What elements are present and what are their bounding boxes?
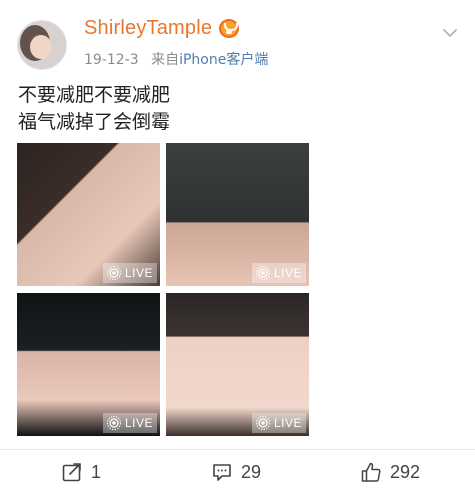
comment-count: 29 [241, 461, 262, 482]
photo-3[interactable]: LIVE [17, 293, 160, 436]
live-badge[interactable]: LIVE [103, 413, 157, 433]
avatar[interactable] [17, 20, 67, 70]
comment-icon [213, 464, 231, 481]
live-photo-icon [107, 416, 121, 430]
photo-2[interactable]: LIVE [166, 143, 309, 286]
action-divider [0, 449, 475, 450]
avatar-face [30, 35, 52, 59]
share-button[interactable]: 1 [61, 460, 101, 484]
live-badge[interactable]: LIVE [252, 263, 306, 283]
photo-grid: LIVE LIVE LIVE LIVE [17, 143, 309, 436]
photo-1[interactable]: LIVE [17, 143, 160, 286]
post-text: 不要减肥不要减肥 福气减掉了会倒霉 [18, 82, 170, 136]
live-label: LIVE [125, 416, 154, 430]
live-label: LIVE [274, 416, 303, 430]
share-count: 1 [91, 461, 102, 482]
live-photo-icon [256, 416, 270, 430]
like-button[interactable]: 292 [360, 460, 420, 484]
live-photo-icon [256, 266, 270, 280]
vip-crown-icon[interactable] [219, 19, 239, 38]
live-label: LIVE [125, 266, 154, 280]
live-photo-icon [107, 266, 121, 280]
post-meta: 19-12-3 来自iPhone客户端 [84, 49, 268, 69]
source-prefix: 来自 [151, 52, 180, 68]
weibo-post-card: ShirleyTample 19-12-3 来自iPhone客户端 不要减肥不要… [0, 0, 475, 500]
live-badge[interactable]: LIVE [252, 413, 306, 433]
post-date: 19-12-3 [84, 52, 139, 68]
post-text-line-2: 福气减掉了会倒霉 [18, 111, 171, 133]
username[interactable]: ShirleyTample [84, 17, 212, 40]
thumbs-up-icon [361, 462, 381, 482]
share-icon [62, 463, 81, 482]
like-count: 292 [390, 461, 421, 482]
comment-button[interactable]: 29 [211, 460, 261, 484]
live-label: LIVE [274, 266, 303, 280]
live-badge[interactable]: LIVE [103, 263, 157, 283]
source-name[interactable]: iPhone客户端 [179, 52, 268, 68]
post-text-line-1: 不要减肥不要减肥 [18, 84, 171, 106]
photo-4[interactable]: LIVE [166, 293, 309, 436]
chevron-down-icon[interactable] [442, 25, 458, 41]
